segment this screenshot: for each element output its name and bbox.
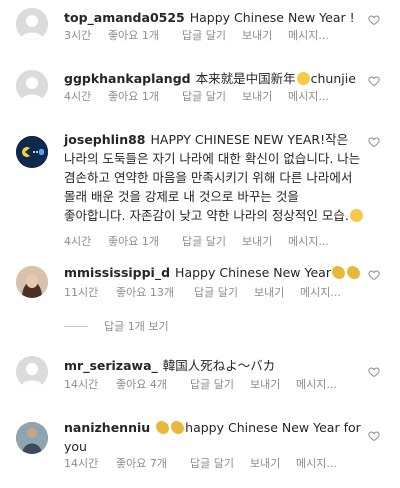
comment-text: josephlin88 HAPPY CHINESE NEW YEAR!작은 나라의… [64,130,364,225]
avatar[interactable] [16,8,48,40]
heart-icon[interactable] [368,366,380,378]
message-button[interactable]: 메시지... [288,28,329,44]
message-button[interactable]: 메시지... [300,285,341,301]
likes-count[interactable]: 좋아요 1개 [108,234,159,250]
comment-time: 11시간 [64,286,99,299]
reply-button[interactable]: 답글 달기 [190,456,234,472]
likes-count[interactable]: 좋아요 13개 [116,285,174,301]
replies-divider [64,326,88,327]
comment-time: 3시간 [64,29,92,42]
send-button[interactable]: 보내기 [242,234,272,250]
likes-count[interactable]: 좋아요 4개 [116,377,167,393]
clapping-hands-emoji-icon [156,421,170,434]
reply-button[interactable]: 답글 달기 [190,377,234,393]
avatar[interactable] [16,70,48,102]
send-button[interactable]: 보내기 [250,377,280,393]
message-button[interactable]: 메시지... [288,234,329,250]
pacman-avatar-icon [16,136,48,168]
avatar[interactable] [16,266,48,298]
comment-text: nanizhenniu happy Chinese New Year for yo… [64,418,364,456]
heart-icon[interactable] [368,14,380,26]
comment-username[interactable]: ggpkhankaplangd [64,71,191,86]
comment-time: 4시간 [64,90,92,103]
profile-photo-avatar-icon [16,422,48,454]
comment-time: 4시간 [64,235,92,248]
message-button[interactable]: 메시지... [296,377,337,393]
comment-body: Happy Chinese New Year ! [189,10,355,25]
avatar[interactable] [16,356,48,388]
default-avatar-icon [16,356,48,388]
heart-icon[interactable] [368,430,380,442]
message-button[interactable]: 메시지... [288,89,329,105]
comment-username[interactable]: nanizhenniu [64,420,150,435]
likes-count[interactable]: 좋아요 7개 [116,456,167,472]
heart-icon[interactable] [368,269,380,281]
likes-count[interactable]: 좋아요 1개 [108,89,159,105]
comment-username[interactable]: mmississippi_d [64,265,170,280]
reply-button[interactable]: 답글 달기 [182,89,226,105]
comment-text: mmississippi_d Happy Chinese New Year [64,263,364,282]
comment-username[interactable]: josephlin88 [64,132,146,147]
clapping-hands-emoji-icon [346,266,360,279]
comment-text: ggpkhankaplangd 本来就是中国新年 chunjie [64,69,364,88]
heart-icon[interactable] [368,75,380,87]
comment-time: 14시간 [64,457,99,470]
avatar[interactable] [16,136,48,168]
send-button[interactable]: 보내기 [242,89,272,105]
message-button[interactable]: 메시지... [296,456,337,472]
view-replies-label: 답글 1개 보기 [104,320,169,333]
send-button[interactable]: 보내기 [254,285,284,301]
comment-text: top_amanda0525 Happy Chinese New Year ! [64,8,364,27]
send-button[interactable]: 보내기 [250,456,280,472]
comment-body-suffix: chunjie [310,71,356,86]
comment-text: mr_serizawa_ 韓国人死ねよ～バカ [64,356,364,375]
comment-username[interactable]: mr_serizawa_ [64,358,158,373]
likes-count[interactable]: 좋아요 1개 [108,28,159,44]
comment-time: 14시간 [64,378,99,391]
send-button[interactable]: 보내기 [242,28,272,44]
default-avatar-icon [16,70,48,102]
comment-username[interactable]: top_amanda0525 [64,10,185,25]
reply-button[interactable]: 답글 달기 [194,285,238,301]
clapping-hands-emoji-icon [331,266,345,279]
avatar[interactable] [16,422,48,454]
comment-body: 韓国人死ねよ～バカ [162,358,276,373]
clapping-hands-emoji-icon [171,421,185,434]
reply-button[interactable]: 답글 달기 [182,28,226,44]
reply-button[interactable]: 답글 달기 [182,234,226,250]
sad-face-emoji-icon [296,72,310,85]
comment-body: 本来就是中国新年 [195,71,296,86]
profile-photo-avatar-icon [16,266,48,298]
heart-icon[interactable] [368,136,380,148]
astonished-face-emoji-icon [349,209,363,222]
comment-body: Happy Chinese New Year [175,265,331,280]
default-avatar-icon [16,8,48,40]
